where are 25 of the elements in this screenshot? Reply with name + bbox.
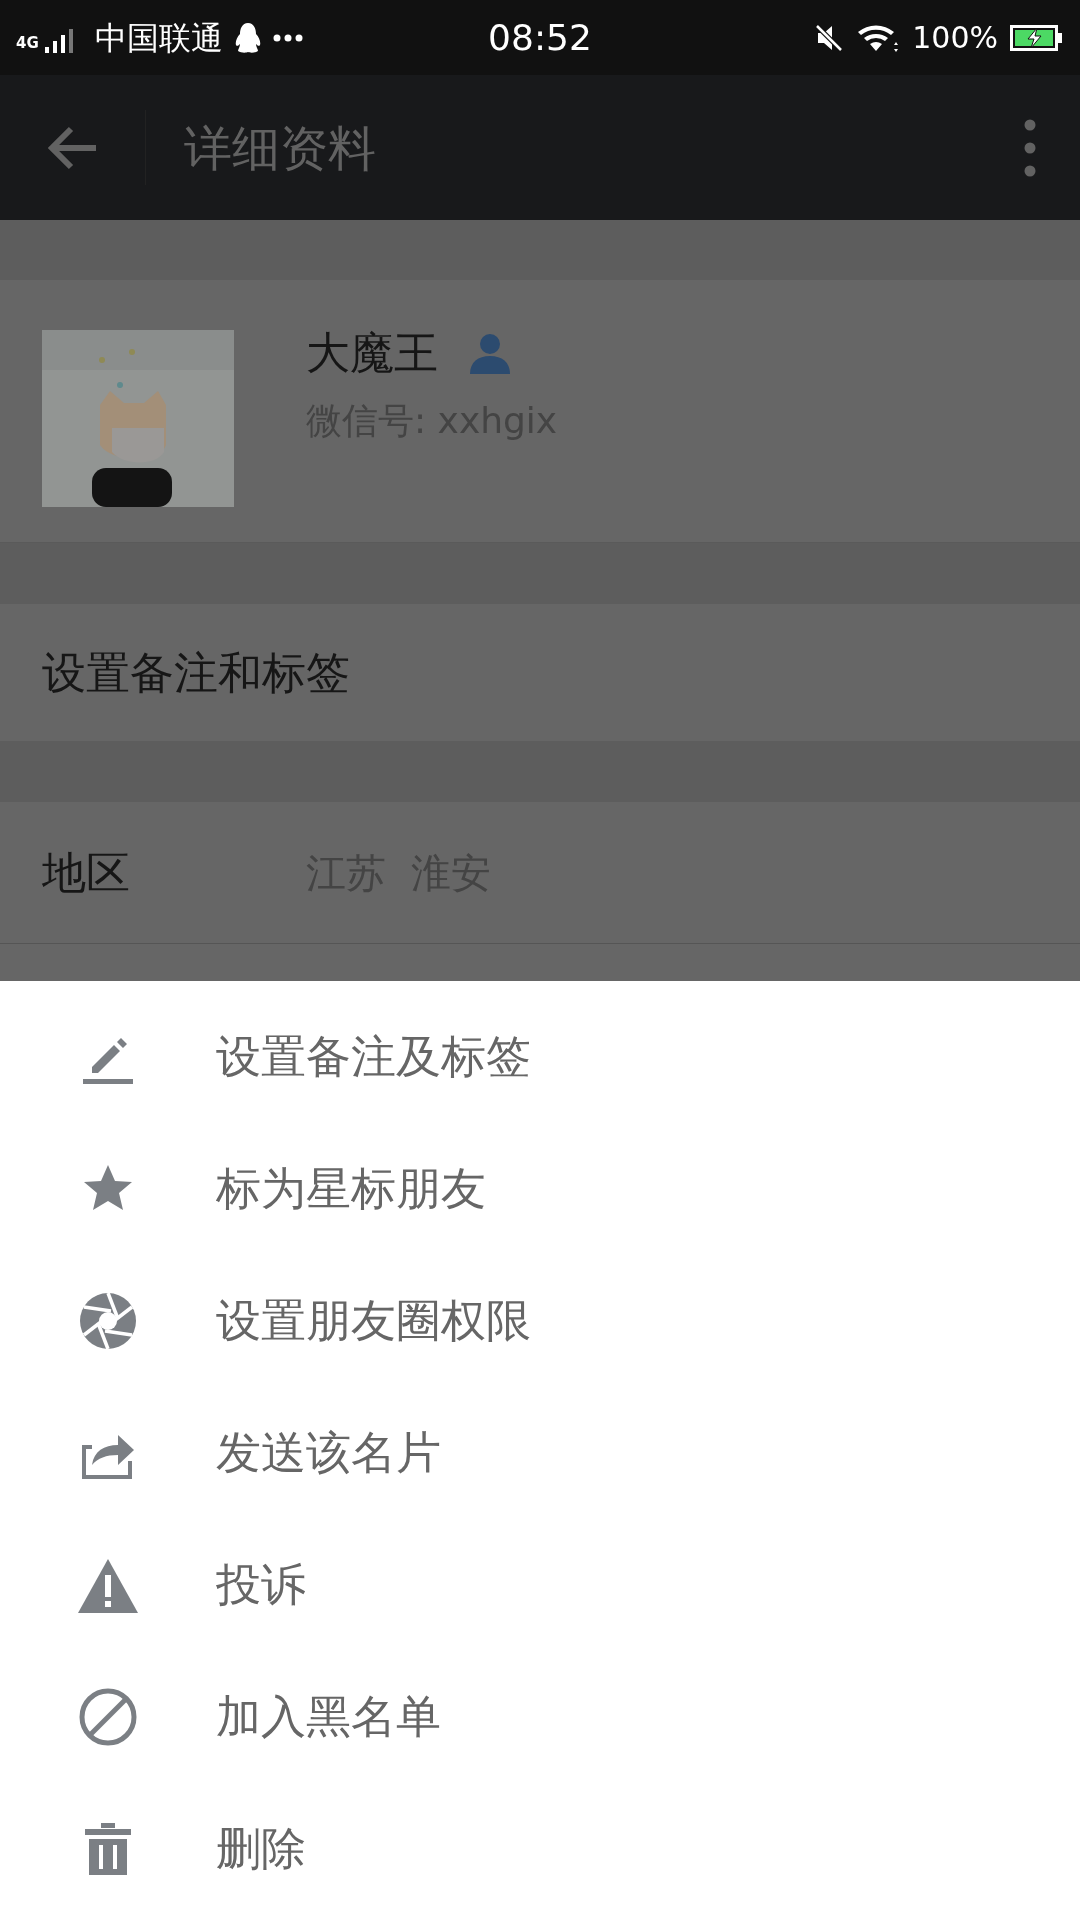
- battery-percent: 100%: [912, 22, 998, 53]
- aperture-icon: [78, 1291, 138, 1351]
- menu-item[interactable]: 设置备注及标签: [0, 991, 1080, 1123]
- remark-row[interactable]: 设置备注和标签: [0, 604, 1080, 741]
- vertical-dots-icon: [1023, 117, 1037, 178]
- trash-icon: [83, 1821, 133, 1877]
- list-row[interactable]: [0, 944, 1080, 981]
- page-title: 详细资料: [184, 118, 377, 178]
- contact-name: 大魔王: [306, 326, 438, 380]
- menu-item[interactable]: 发送该名片: [0, 1387, 1080, 1519]
- menu-item[interactable]: 删除: [0, 1783, 1080, 1915]
- muted-speaker-icon: [814, 22, 845, 53]
- menu-item[interactable]: 加入黑名单: [0, 1651, 1080, 1783]
- menu-item[interactable]: 投诉: [0, 1519, 1080, 1651]
- carrier-name: 中国联通: [94, 21, 223, 54]
- back-arrow-icon: [46, 125, 99, 170]
- person-icon: [468, 331, 512, 374]
- clock-time: 08:52: [487, 19, 593, 56]
- prohibited-icon: [78, 1687, 138, 1747]
- menu-item[interactable]: 设置朋友圈权限: [0, 1255, 1080, 1387]
- region-label: 地区: [42, 845, 131, 900]
- warning-icon: [77, 1557, 139, 1613]
- menu-item[interactable]: 标为星标朋友: [0, 1123, 1080, 1255]
- more-icon: [272, 33, 303, 42]
- network-label: 4G: [16, 33, 39, 55]
